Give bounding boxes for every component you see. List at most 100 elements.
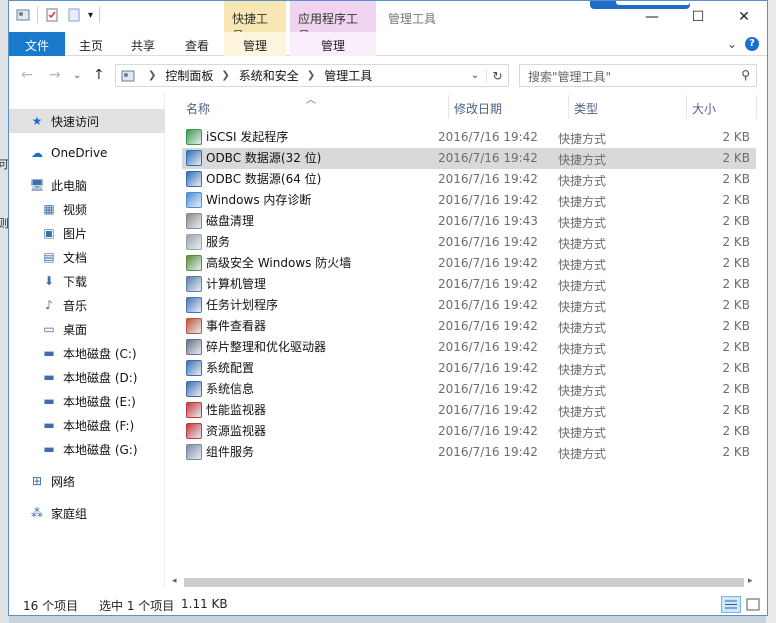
column-header-name[interactable]: 名称 — [186, 93, 210, 121]
file-name-cell: iSCSI 发起程序 — [186, 128, 288, 145]
file-row[interactable]: 系统信息 2016/7/16 19:42 快捷方式 2 KB — [182, 379, 756, 400]
scroll-left-icon[interactable]: ◂ — [172, 576, 177, 586]
file-row[interactable]: 系统配置 2016/7/16 19:42 快捷方式 2 KB — [182, 358, 756, 379]
file-row[interactable]: 任务计划程序 2016/7/16 19:42 快捷方式 2 KB — [182, 295, 756, 316]
shortcut-icon — [186, 149, 202, 166]
file-size: 2 KB — [722, 361, 750, 375]
recent-locations-button[interactable]: ⌄ — [73, 70, 81, 81]
new-folder-icon[interactable] — [66, 7, 82, 23]
sidebar-item[interactable]: ▭ 桌面 — [9, 317, 165, 341]
breadcrumb-separator[interactable]: ❯ — [140, 70, 165, 81]
file-row[interactable]: 资源监视器 2016/7/16 19:42 快捷方式 2 KB — [182, 421, 756, 442]
selection-count: 选中 1 个项目 — [99, 599, 175, 613]
file-row[interactable]: 服务 2016/7/16 19:42 快捷方式 2 KB — [182, 232, 756, 253]
file-row[interactable]: ODBC 数据源(64 位) 2016/7/16 19:42 快捷方式 2 KB — [182, 169, 756, 190]
file-date: 2016/7/16 19:42 — [438, 403, 538, 417]
scroll-right-icon[interactable]: ▸ — [748, 576, 753, 586]
column-divider[interactable] — [756, 95, 757, 119]
column-divider[interactable] — [568, 95, 569, 119]
file-name-cell: 高级安全 Windows 防火墙 — [186, 254, 351, 271]
column-header-size[interactable]: 大小 — [692, 93, 716, 121]
sidebar-item[interactable]: ▬ 本地磁盘 (C:) — [9, 341, 165, 365]
file-row[interactable]: 碎片整理和优化驱动器 2016/7/16 19:42 快捷方式 2 KB — [182, 337, 756, 358]
address-bar[interactable]: ❯ 控制面板 ❯ 系统和安全 ❯ 管理工具 ⌄ ↻ — [115, 64, 509, 87]
file-row[interactable]: 事件查看器 2016/7/16 19:42 快捷方式 2 KB — [182, 316, 756, 337]
refresh-button[interactable]: ↻ — [486, 68, 508, 83]
column-divider[interactable] — [686, 95, 687, 119]
breadcrumb-system-security[interactable]: 系统和安全 ❯ — [239, 67, 324, 84]
sidebar-item-label: 本地磁盘 (E:) — [63, 394, 136, 409]
tab-home[interactable]: 主页 — [65, 32, 117, 56]
horizontal-scrollbar[interactable]: ◂ ▸ — [170, 576, 760, 588]
details-view-icon — [725, 600, 737, 609]
column-header-type[interactable]: 类型 — [574, 93, 598, 121]
forward-button[interactable]: → — [49, 67, 61, 83]
column-header-date[interactable]: 修改日期 — [454, 93, 502, 121]
search-input[interactable]: 搜索"管理工具" ⚲ — [519, 64, 757, 87]
tab-share[interactable]: 共享 — [117, 32, 169, 56]
file-name-cell: 碎片整理和优化驱动器 — [186, 338, 326, 355]
file-row[interactable]: 计算机管理 2016/7/16 19:42 快捷方式 2 KB — [182, 274, 756, 295]
sidebar-item[interactable]: ▬ 本地磁盘 (G:) — [9, 437, 165, 461]
file-row[interactable]: 性能监视器 2016/7/16 19:42 快捷方式 2 KB — [182, 400, 756, 421]
sidebar-item[interactable]: ⊞ 网络 — [9, 469, 165, 493]
file-row[interactable]: ODBC 数据源(32 位) 2016/7/16 19:42 快捷方式 2 KB — [182, 148, 756, 169]
context-tab-app-tools: 应用程序工具 — [290, 1, 376, 43]
up-button[interactable]: ↑ — [93, 67, 105, 83]
file-row[interactable]: iSCSI 发起程序 2016/7/16 19:42 快捷方式 2 KB — [182, 127, 756, 148]
file-name: 碎片整理和优化驱动器 — [206, 340, 327, 354]
file-type: 快捷方式 — [558, 279, 607, 293]
breadcrumb-admin-tools[interactable]: 管理工具 — [324, 67, 372, 84]
file-name: 性能监视器 — [206, 403, 267, 417]
sidebar-item[interactable]: 🖥 此电脑 — [9, 173, 165, 197]
minimize-button[interactable]: — — [629, 1, 675, 32]
details-view-button[interactable] — [721, 596, 741, 613]
column-divider[interactable] — [448, 95, 449, 119]
control-panel-icon[interactable] — [15, 7, 31, 23]
shortcut-icon — [186, 212, 202, 229]
item-count: 16 个项目 — [23, 599, 79, 613]
large-icons-view-button[interactable] — [743, 596, 763, 613]
file-type: 快捷方式 — [558, 405, 607, 419]
sidebar-item[interactable]: ▬ 本地磁盘 (D:) — [9, 365, 165, 389]
scrollbar-thumb[interactable] — [184, 578, 744, 587]
customize-toolbar-icon[interactable]: ▾ — [88, 10, 93, 21]
file-type: 快捷方式 — [558, 300, 607, 314]
file-name: 任务计划程序 — [206, 298, 279, 312]
file-row[interactable]: 组件服务 2016/7/16 19:42 快捷方式 2 KB — [182, 442, 756, 463]
file-row[interactable]: 高级安全 Windows 防火墙 2016/7/16 19:42 快捷方式 2 KB — [182, 253, 756, 274]
sidebar-item[interactable]: ▬ 本地磁盘 (F:) — [9, 413, 165, 437]
sidebar-item[interactable]: ⬇ 下载 — [9, 269, 165, 293]
tab-view[interactable]: 查看 — [171, 32, 223, 56]
expand-ribbon-icon[interactable]: ⌄ — [727, 37, 737, 51]
file-date: 2016/7/16 19:42 — [438, 130, 538, 144]
breadcrumb-control-panel[interactable]: 控制面板 ❯ — [165, 67, 238, 84]
sidebar-item[interactable]: ☁ OneDrive — [9, 141, 165, 165]
file-size: 2 KB — [722, 214, 750, 228]
sidebar-item[interactable]: ▤ 文档 — [9, 245, 165, 269]
properties-icon[interactable] — [44, 7, 60, 23]
sidebar-item-label: 文档 — [63, 250, 88, 265]
sidebar-item[interactable]: ▦ 视频 — [9, 197, 165, 221]
back-button[interactable]: ← — [21, 67, 33, 83]
file-row[interactable]: Windows 内存诊断 2016/7/16 19:42 快捷方式 2 KB — [182, 190, 756, 211]
search-icon[interactable]: ⚲ — [741, 68, 750, 82]
sidebar-item-label: 本地磁盘 (G:) — [63, 442, 138, 457]
file-name: 组件服务 — [206, 445, 255, 459]
tab-file[interactable]: 文件 — [9, 32, 65, 56]
sidebar-item[interactable]: ▬ 本地磁盘 (E:) — [9, 389, 165, 413]
address-dropdown-icon[interactable]: ⌄ — [464, 70, 486, 81]
file-row[interactable]: 磁盘清理 2016/7/16 19:43 快捷方式 2 KB — [182, 211, 756, 232]
tab-manage-quick[interactable]: 管理 — [224, 32, 286, 56]
file-size: 2 KB — [722, 277, 750, 291]
maximize-button[interactable]: ☐ — [675, 1, 721, 32]
sidebar-item[interactable]: ▣ 图片 — [9, 221, 165, 245]
close-button[interactable]: ✕ — [721, 1, 767, 32]
help-icon[interactable]: ? — [745, 37, 759, 51]
file-name-cell: 组件服务 — [186, 443, 254, 460]
sidebar-item[interactable]: ⁂ 家庭组 — [9, 501, 165, 525]
tab-manage-app[interactable]: 管理 — [290, 32, 376, 56]
sidebar-item[interactable]: ♪ 音乐 — [9, 293, 165, 317]
file-type: 快捷方式 — [558, 153, 607, 167]
sidebar-item[interactable]: ★ 快速访问 — [9, 109, 165, 133]
